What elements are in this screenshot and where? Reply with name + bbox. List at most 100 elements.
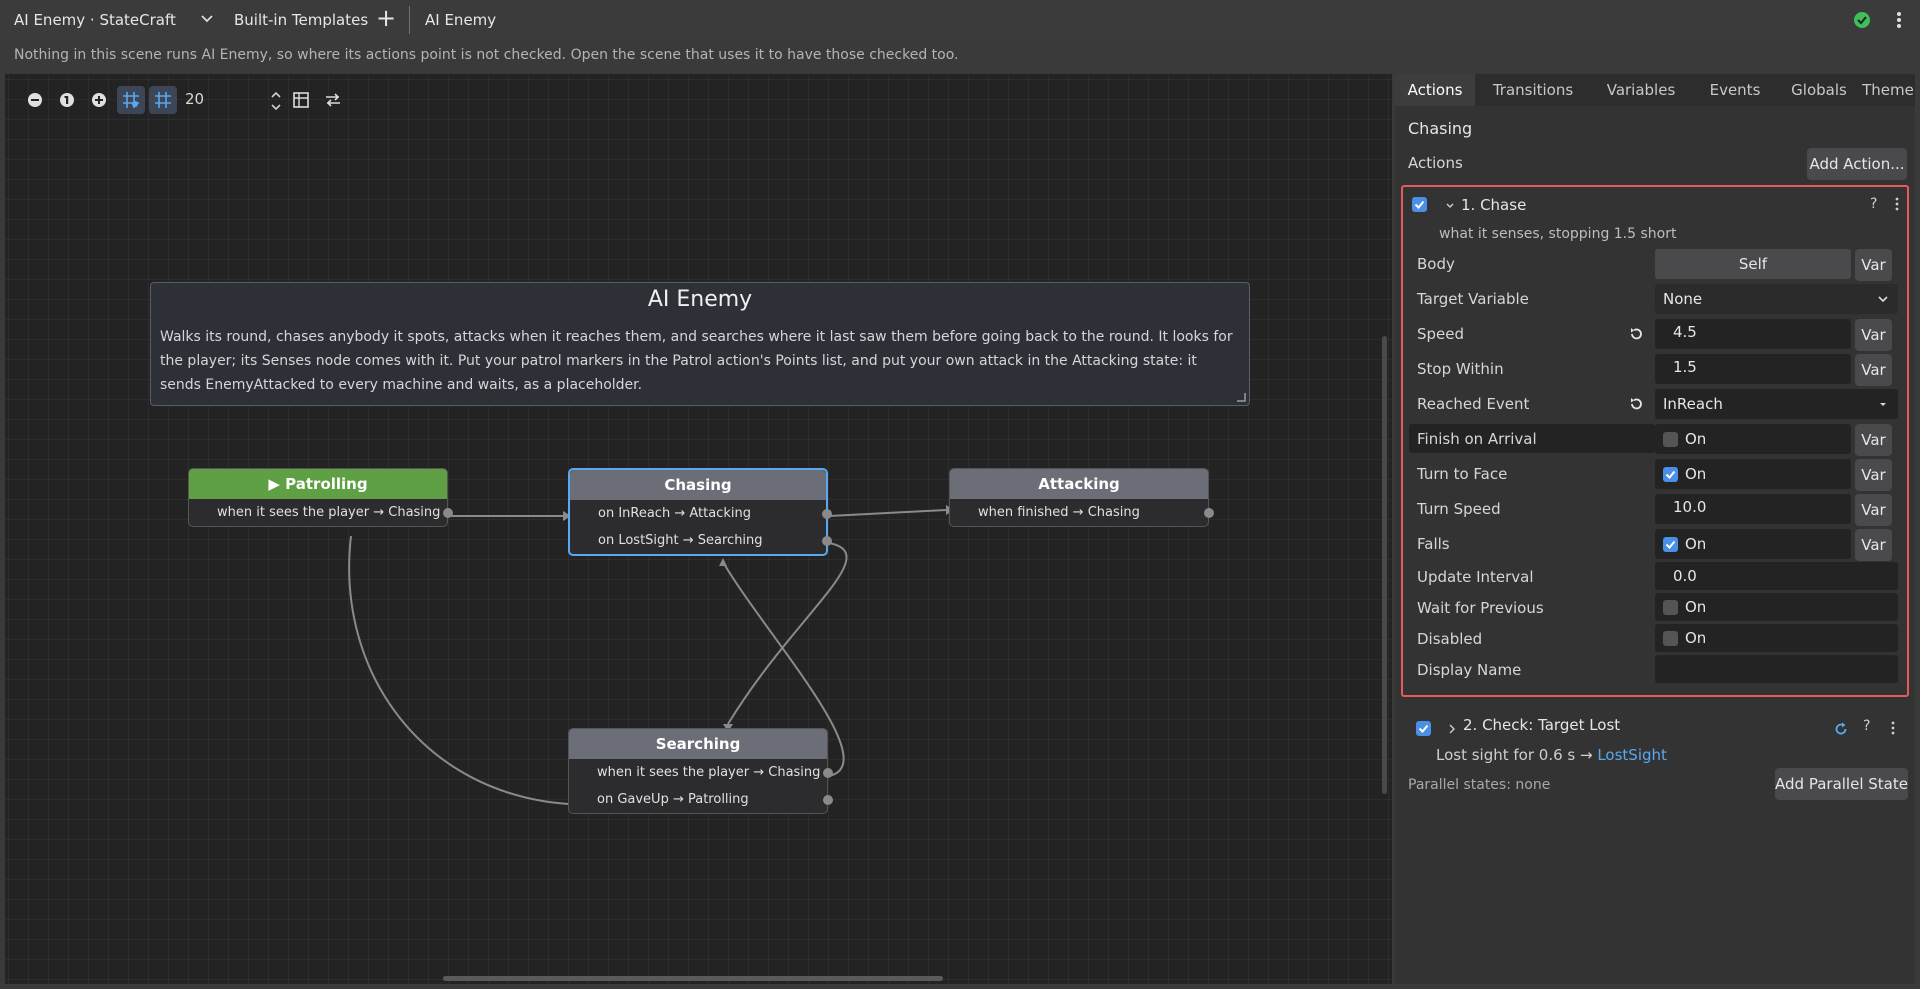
checkbox[interactable] — [1663, 631, 1678, 646]
state-node-searching[interactable]: Searching when it sees the player → Chas… — [568, 728, 833, 814]
arrange-icon[interactable] — [319, 86, 347, 114]
var-button[interactable]: Var — [1855, 319, 1892, 351]
minimap-icon[interactable] — [287, 86, 315, 114]
horizontal-scrollbar[interactable] — [443, 976, 943, 981]
help-icon[interactable]: ? — [1863, 718, 1870, 734]
speed-input[interactable]: 4.5 — [1655, 319, 1851, 349]
prop-label: Wait for Previous — [1417, 599, 1544, 617]
scene-notice: Nothing in this scene runs AI Enemy, so … — [14, 47, 959, 63]
inspector-tabs: Actions Transitions Variables Events Glo… — [1395, 74, 1915, 106]
tab-globals[interactable]: Globals — [1779, 74, 1859, 106]
turn-speed-input[interactable]: 10.0 — [1655, 494, 1851, 524]
var-button[interactable]: Var — [1855, 494, 1892, 526]
zoom-out-icon[interactable] — [21, 86, 49, 114]
checkbox[interactable] — [1663, 432, 1678, 447]
tab-variables[interactable]: Variables — [1591, 74, 1691, 106]
chevron-down-icon[interactable] — [196, 8, 218, 30]
body-picker[interactable]: Self — [1655, 249, 1851, 279]
action-card-chase: 1. Chase ? what it senses, stopping 1.5 … — [1401, 185, 1909, 697]
state-node-patrolling[interactable]: ▶ Patrolling when it sees the player → C… — [188, 468, 453, 527]
prop-label: Stop Within — [1417, 360, 1504, 378]
transition-row[interactable]: when it sees the player → Chasing — [569, 759, 833, 786]
zoom-reset-icon[interactable] — [53, 86, 81, 114]
reset-icon[interactable] — [1628, 396, 1644, 412]
snap-grid-icon[interactable] — [117, 86, 145, 114]
action-title[interactable]: 1. Chase — [1461, 196, 1526, 214]
finish-on-arrival-toggle[interactable]: On — [1655, 424, 1851, 454]
plus-icon[interactable]: + — [374, 6, 398, 32]
output-port[interactable] — [822, 509, 832, 519]
transition-row[interactable]: on InReach → Attacking — [570, 500, 832, 527]
action-enabled-checkbox[interactable] — [1412, 197, 1427, 212]
var-button[interactable]: Var — [1855, 529, 1892, 561]
chevron-down-icon — [1878, 296, 1888, 303]
select-value: InReach — [1663, 395, 1723, 413]
chevron-down-icon[interactable] — [1445, 201, 1455, 211]
var-button[interactable]: Var — [1855, 354, 1892, 386]
tab-actions[interactable]: Actions — [1395, 74, 1475, 106]
event-link[interactable]: LostSight — [1597, 746, 1667, 764]
show-grid-icon[interactable] — [149, 86, 177, 114]
state-node-attacking[interactable]: Attacking when finished → Chasing — [949, 468, 1214, 527]
add-parallel-state-button[interactable]: Add Parallel State — [1775, 768, 1908, 800]
checkbox[interactable] — [1663, 600, 1678, 615]
turn-to-face-toggle[interactable]: On — [1655, 459, 1851, 489]
reached-event-select[interactable]: InReach — [1655, 389, 1898, 419]
state-node-chasing[interactable]: Chasing on InReach → Attacking on LostSi… — [568, 468, 832, 556]
stop-within-input[interactable]: 1.5 — [1655, 354, 1851, 384]
actions-heading: Actions — [1408, 154, 1463, 172]
tab-events[interactable]: Events — [1695, 74, 1775, 106]
output-port[interactable] — [1204, 508, 1214, 518]
prop-falls: Falls On Var — [1409, 529, 1907, 561]
var-button[interactable]: Var — [1855, 459, 1892, 491]
transition-row[interactable]: when it sees the player → Chasing — [189, 499, 453, 526]
var-button[interactable]: Var — [1855, 424, 1892, 456]
refresh-icon[interactable] — [1833, 721, 1849, 737]
tab-theme[interactable]: Theme — [1861, 74, 1915, 106]
kebab-icon[interactable] — [1893, 196, 1901, 212]
add-action-button[interactable]: Add Action... — [1807, 148, 1907, 180]
reset-icon[interactable] — [1628, 326, 1644, 342]
prop-label: Turn to Face — [1417, 465, 1508, 483]
grid-size-value[interactable]: 20 — [185, 90, 204, 108]
built-in-templates-button[interactable]: Built-in Templates — [234, 11, 368, 29]
transition-row[interactable]: on LostSight → Searching — [570, 527, 832, 554]
checkbox[interactable] — [1663, 467, 1678, 482]
chevron-right-icon[interactable] — [1447, 723, 1457, 735]
action-enabled-checkbox[interactable] — [1416, 721, 1431, 736]
graph-canvas[interactable]: 20 AI Enemy Walks its round, chases anyb… — [5, 74, 1392, 984]
help-icon[interactable]: ? — [1870, 196, 1877, 212]
output-port[interactable] — [823, 795, 833, 805]
target-variable-select[interactable]: None — [1655, 284, 1898, 314]
display-name-input[interactable] — [1655, 655, 1898, 683]
transition-label: when it sees the player → Chasing — [597, 765, 821, 780]
machine-tab[interactable]: AI Enemy — [425, 11, 496, 29]
vertical-scrollbar[interactable] — [1382, 336, 1387, 794]
state-name: Chasing — [1408, 119, 1473, 138]
output-port[interactable] — [443, 508, 453, 518]
comment-box[interactable]: AI Enemy Walks its round, chases anybody… — [150, 282, 1250, 406]
wait-for-previous-toggle[interactable]: On — [1655, 593, 1898, 621]
checkbox[interactable] — [1663, 537, 1678, 552]
resize-grip-icon[interactable] — [1236, 392, 1246, 402]
machine-selector-label[interactable]: AI Enemy · StateCraft — [14, 11, 176, 29]
select-value: None — [1663, 290, 1703, 308]
kebab-icon[interactable] — [1889, 720, 1897, 736]
tab-transitions[interactable]: Transitions — [1479, 74, 1587, 106]
transition-row[interactable]: on GaveUp → Patrolling — [569, 786, 833, 813]
output-port[interactable] — [823, 768, 833, 778]
action-title[interactable]: 2. Check: Target Lost — [1463, 716, 1620, 734]
update-interval-input[interactable]: 0.0 — [1655, 562, 1898, 590]
kebab-icon[interactable] — [1889, 9, 1909, 31]
description-text: Lost sight for 0.6 s → — [1436, 746, 1598, 764]
prop-label: Update Interval — [1417, 568, 1534, 586]
node-title: ▶ Patrolling — [189, 469, 447, 499]
grid-size-spinner[interactable] — [269, 88, 283, 114]
var-button[interactable]: Var — [1855, 249, 1892, 281]
prop-turn-to-face: Turn to Face On Var — [1409, 459, 1907, 491]
output-port[interactable] — [822, 536, 832, 546]
zoom-in-icon[interactable] — [85, 86, 113, 114]
transition-row[interactable]: when finished → Chasing — [950, 499, 1214, 526]
disabled-toggle[interactable]: On — [1655, 624, 1898, 652]
falls-toggle[interactable]: On — [1655, 529, 1851, 559]
